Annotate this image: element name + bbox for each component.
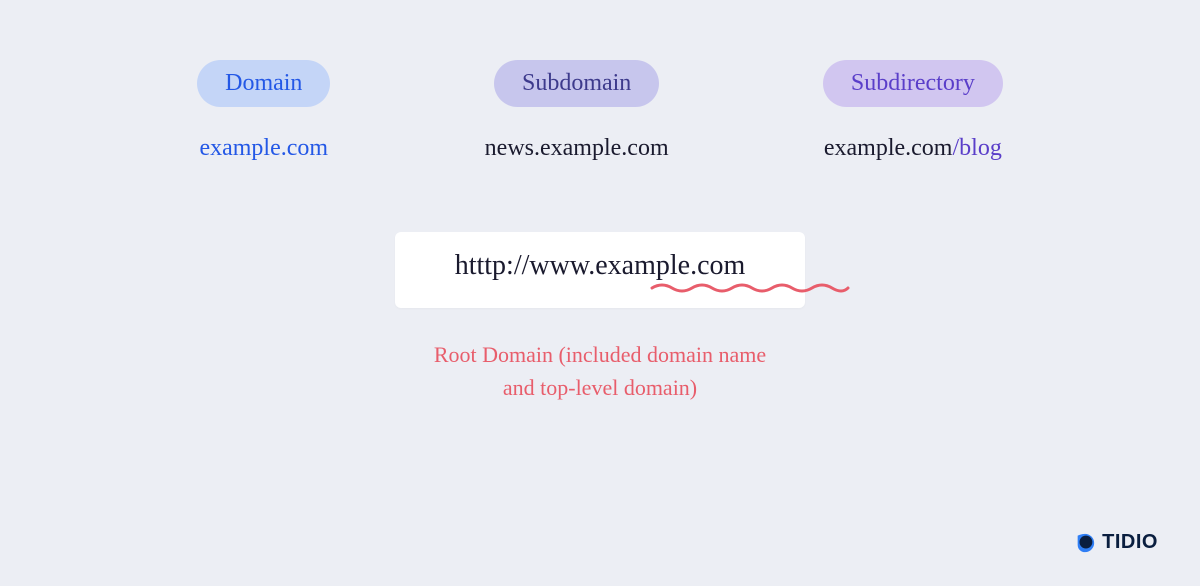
domain-badge: Domain [197, 60, 330, 107]
subdomain-example-suffix: example.com [540, 135, 669, 161]
subdomain-column: Subdomain news.example.com [485, 60, 669, 162]
subdirectory-badge: Subdirectory [823, 60, 1003, 107]
subdomain-example: news.example.com [485, 135, 669, 162]
subdirectory-example-prefix: example.com [824, 135, 953, 161]
subdomain-badge: Subdomain [494, 60, 659, 107]
domain-example-accent: example.com [199, 135, 328, 161]
subdomain-example-prefix: news. [485, 135, 540, 161]
url-text: htttp://www.example.com [455, 250, 746, 281]
domain-example: example.com [199, 135, 328, 162]
url-parts-columns: Domain example.com Subdomain news.exampl… [0, 0, 1200, 162]
tidio-logo: TIDIO [1074, 531, 1158, 554]
url-box-container: htttp://www.example.com [0, 232, 1200, 308]
subdirectory-example-accent: /blog [952, 135, 1001, 161]
root-domain-annotation: Root Domain (included domain name and to… [0, 338, 1200, 404]
squiggle-underline-icon [650, 282, 850, 294]
domain-column: Domain example.com [197, 60, 330, 162]
subdirectory-example: example.com/blog [824, 135, 1002, 162]
tidio-logo-icon [1074, 532, 1096, 554]
annotation-line-1: Root Domain (included domain name [0, 338, 1200, 371]
url-address-box: htttp://www.example.com [395, 232, 806, 308]
tidio-logo-text: TIDIO [1102, 531, 1158, 554]
subdirectory-column: Subdirectory example.com/blog [823, 60, 1003, 162]
annotation-line-2: and top-level domain) [0, 371, 1200, 404]
